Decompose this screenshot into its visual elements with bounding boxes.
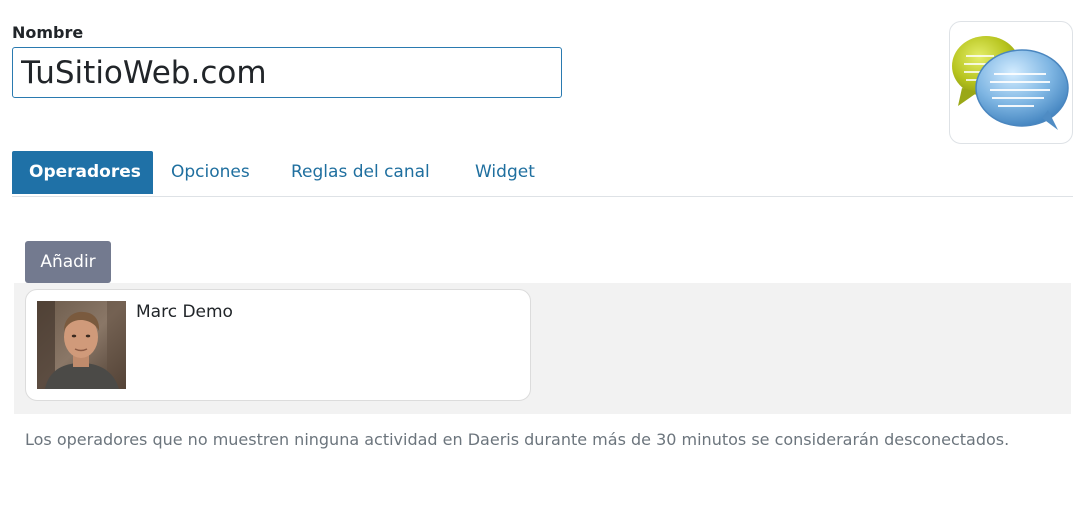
- tab-widget[interactable]: Widget: [458, 151, 552, 194]
- name-input[interactable]: [12, 47, 562, 98]
- tab-operadores[interactable]: Operadores: [12, 151, 153, 194]
- chat-bubbles-icon: [952, 36, 1069, 130]
- tabs: Operadores Opciones Reglas del canal Wid…: [12, 151, 1073, 197]
- help-text: Los operadores que no muestren ninguna a…: [25, 430, 1010, 449]
- user-photo-icon: [37, 301, 126, 389]
- operator-avatar: [37, 301, 126, 389]
- tab-opciones[interactable]: Opciones: [154, 151, 267, 194]
- operator-name: Marc Demo: [136, 302, 233, 322]
- tab-reglas-del-canal[interactable]: Reglas del canal: [274, 151, 447, 194]
- add-operator-button[interactable]: Añadir: [25, 241, 111, 283]
- operators-list: Marc Demo: [14, 283, 1071, 414]
- channel-image[interactable]: [949, 21, 1073, 144]
- operator-card[interactable]: Marc Demo: [25, 289, 531, 401]
- name-label: Nombre: [12, 23, 84, 42]
